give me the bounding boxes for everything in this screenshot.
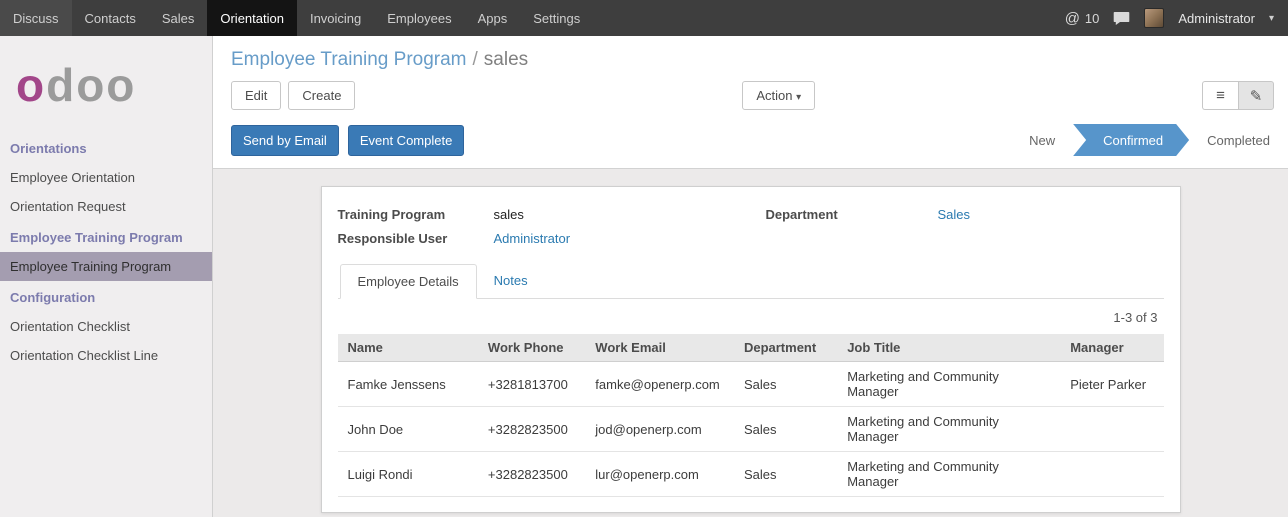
column-header-manager[interactable]: Manager (1060, 334, 1163, 362)
column-header-job-title[interactable]: Job Title (837, 334, 1060, 362)
field-label-department: Department (766, 207, 934, 222)
user-avatar[interactable] (1144, 8, 1164, 28)
tab-notes[interactable]: Notes (477, 264, 545, 299)
logo-first-letter: o (16, 59, 46, 111)
column-header-work-phone[interactable]: Work Phone (478, 334, 585, 362)
sidebar-item-orientation-checklist[interactable]: Orientation Checklist (0, 312, 212, 341)
cell-name: Luigi Rondi (338, 452, 478, 497)
top-menu: DiscussContactsSalesOrientationInvoicing… (0, 0, 593, 36)
sidebar-item-employee-training-program[interactable]: Employee Training Program (0, 252, 212, 281)
tab-employee-details[interactable]: Employee Details (340, 264, 477, 299)
field-label-training-program: Training Program (338, 207, 490, 222)
column-header-department[interactable]: Department (734, 334, 837, 362)
sidebar-section-employee-training-program[interactable]: Employee Training Program (0, 221, 212, 252)
nav-item-apps[interactable]: Apps (465, 0, 521, 36)
user-menu-caret-icon: ▾ (1269, 13, 1274, 24)
statusbar-states: NewConfirmedCompleted (1011, 124, 1288, 156)
user-menu[interactable]: Administrator (1178, 11, 1255, 26)
mention-counter[interactable]: @ 10 (1065, 10, 1100, 27)
nav-item-invoicing[interactable]: Invoicing (297, 0, 374, 36)
statusbar-buttons: Send by Email Event Complete (231, 125, 473, 156)
form-view-icon: ✎ (1250, 87, 1263, 105)
cell-department: Sales (734, 407, 837, 452)
form-sheet: Training Program sales Department Sales … (321, 186, 1181, 513)
cell-work-email: jod@openerp.com (585, 407, 734, 452)
list-view-button[interactable]: ≡ (1202, 81, 1238, 110)
cell-manager (1060, 452, 1163, 497)
table-header-row: NameWork PhoneWork EmailDepartmentJob Ti… (338, 334, 1164, 362)
notebook-tabs: Employee DetailsNotes (338, 264, 1164, 299)
breadcrumb-separator: / (473, 49, 478, 70)
nav-item-discuss[interactable]: Discuss (0, 0, 72, 36)
send-by-email-button[interactable]: Send by Email (231, 125, 339, 156)
breadcrumb-current: sales (484, 49, 528, 70)
table-body: Famke Jenssens+3281813700famke@openerp.c… (338, 362, 1164, 497)
field-value-training-program: sales (494, 207, 762, 222)
cell-manager (1060, 407, 1163, 452)
field-value-responsible-user-link[interactable]: Administrator (494, 231, 762, 246)
column-header-work-email[interactable]: Work Email (585, 334, 734, 362)
cell-job-title: Marketing and Community Manager (837, 362, 1060, 407)
cell-manager: Pieter Parker (1060, 362, 1163, 407)
table-row[interactable]: John Doe+3282823500jod@openerp.comSalesM… (338, 407, 1164, 452)
cell-name: Famke Jenssens (338, 362, 478, 407)
nav-item-employees[interactable]: Employees (374, 0, 464, 36)
action-caret-icon: ▾ (796, 92, 801, 103)
nav-item-contacts[interactable]: Contacts (72, 0, 149, 36)
field-label-responsible-user: Responsible User (338, 231, 490, 246)
main-area: Employee Training Program / sales Edit Cre… (213, 36, 1288, 517)
mention-count: 10 (1085, 11, 1099, 26)
state-new[interactable]: New (1011, 124, 1073, 156)
cell-work-email: lur@openerp.com (585, 452, 734, 497)
cell-department: Sales (734, 362, 837, 407)
list-view-icon: ≡ (1216, 87, 1225, 104)
table-row[interactable]: Luigi Rondi+3282823500lur@openerp.comSal… (338, 452, 1164, 497)
cell-job-title: Marketing and Community Manager (837, 407, 1060, 452)
nav-item-orientation[interactable]: Orientation (207, 0, 297, 36)
edit-button[interactable]: Edit (231, 81, 281, 110)
action-dropdown-button[interactable]: Action ▾ (742, 81, 815, 110)
record-pager[interactable]: 1-3 of 3 (338, 299, 1164, 334)
state-confirmed[interactable]: Confirmed (1073, 124, 1189, 156)
sidebar-item-orientation-request[interactable]: Orientation Request (0, 192, 212, 221)
state-completed[interactable]: Completed (1189, 124, 1288, 156)
view-switcher: ≡ ✎ (1202, 81, 1274, 110)
cell-work-phone: +3281813700 (478, 362, 585, 407)
cell-job-title: Marketing and Community Manager (837, 452, 1060, 497)
cell-work-phone: +3282823500 (478, 407, 585, 452)
field-value-department-link[interactable]: Sales (938, 207, 1164, 222)
action-label: Action (756, 88, 792, 103)
topbar-right: @ 10 Administrator ▾ (1065, 0, 1288, 36)
sidebar-item-employee-orientation[interactable]: Employee Orientation (0, 163, 212, 192)
messages-icon[interactable] (1113, 11, 1130, 26)
top-navbar: DiscussContactsSalesOrientationInvoicing… (0, 0, 1288, 36)
cell-work-phone: +3282823500 (478, 452, 585, 497)
statusbar: Send by Email Event Complete NewConfirmed… (213, 120, 1288, 169)
breadcrumb: Employee Training Program / sales (213, 36, 1288, 77)
employee-table: NameWork PhoneWork EmailDepartmentJob Ti… (338, 334, 1164, 497)
form-fields: Training Program sales Department Sales … (338, 207, 1164, 246)
sidebar-item-orientation-checklist-line[interactable]: Orientation Checklist Line (0, 341, 212, 370)
cell-work-email: famke@openerp.com (585, 362, 734, 407)
form-background: Training Program sales Department Sales … (213, 169, 1288, 517)
cell-department: Sales (734, 452, 837, 497)
table-row[interactable]: Famke Jenssens+3281813700famke@openerp.c… (338, 362, 1164, 407)
sidebar: odoo OrientationsEmployee OrientationOri… (0, 36, 213, 517)
control-panel: Edit Create Action ▾ ≡ ✎ (213, 77, 1288, 120)
event-complete-button[interactable]: Event Complete (348, 125, 465, 156)
mention-icon: @ (1065, 10, 1080, 27)
logo-rest: doo (46, 59, 136, 111)
form-view-button[interactable]: ✎ (1238, 81, 1274, 110)
sidebar-menu: OrientationsEmployee OrientationOrientat… (0, 132, 212, 370)
sidebar-section-orientations[interactable]: Orientations (0, 132, 212, 163)
breadcrumb-parent-link[interactable]: Employee Training Program (231, 49, 467, 70)
nav-item-settings[interactable]: Settings (520, 0, 593, 36)
sidebar-section-configuration[interactable]: Configuration (0, 281, 212, 312)
create-button[interactable]: Create (288, 81, 355, 110)
column-header-name[interactable]: Name (338, 334, 478, 362)
cell-name: John Doe (338, 407, 478, 452)
odoo-logo[interactable]: odoo (0, 36, 212, 132)
nav-item-sales[interactable]: Sales (149, 0, 208, 36)
